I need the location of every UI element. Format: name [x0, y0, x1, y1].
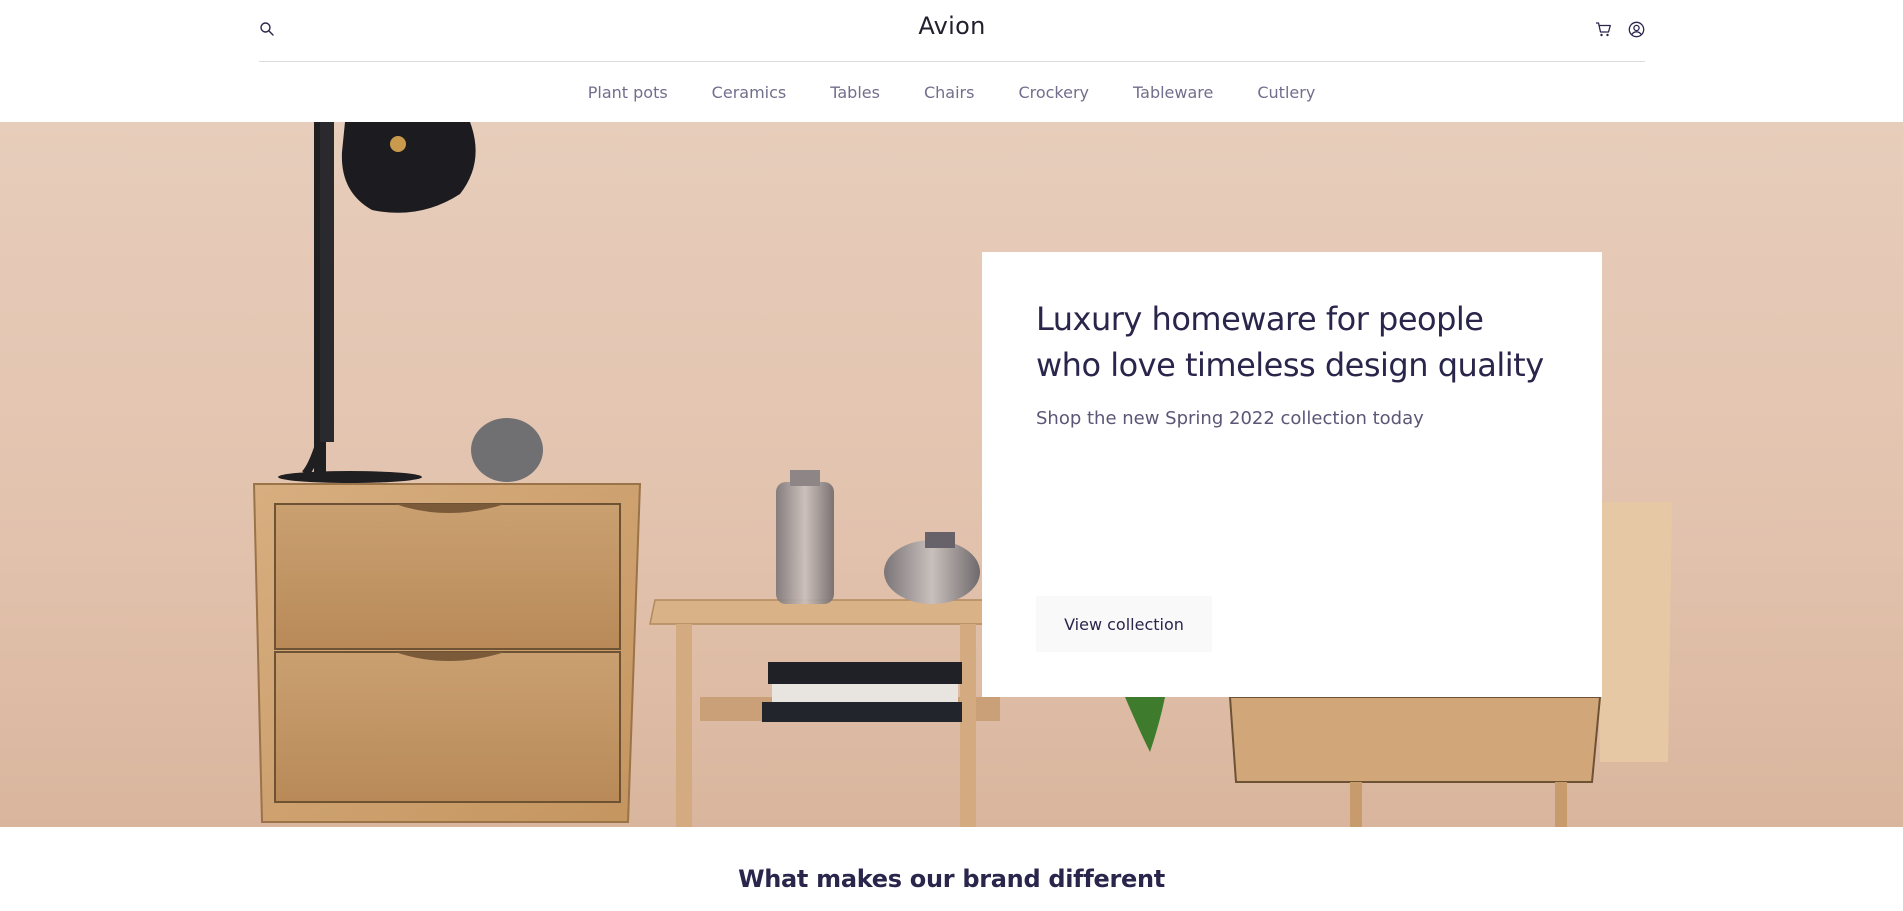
header-actions [1595, 21, 1645, 38]
cart-icon[interactable] [1595, 21, 1612, 38]
hero-title: Luxury homeware for people who love time… [1036, 300, 1544, 384]
nav-item-ceramics[interactable]: Ceramics [712, 83, 787, 102]
hero-section: Luxury homeware for people who love time… [0, 122, 1903, 827]
top-bar: Avion [259, 0, 1645, 62]
view-collection-button[interactable]: View collection [1036, 596, 1212, 652]
hero-subtitle: Shop the new Spring 2022 collection toda… [1036, 408, 1424, 429]
hero-card: Luxury homeware for people who love time… [982, 252, 1602, 697]
nav-item-cutlery[interactable]: Cutlery [1257, 83, 1315, 102]
category-nav: Plant pots Ceramics Tables Chairs Crocke… [0, 62, 1903, 122]
user-icon[interactable] [1628, 21, 1645, 38]
nav-item-tableware[interactable]: Tableware [1133, 83, 1213, 102]
nav-item-tables[interactable]: Tables [830, 83, 880, 102]
hero-image [252, 122, 1672, 827]
features-title: What makes our brand different [738, 865, 1165, 893]
brand-logo[interactable]: Avion [259, 12, 1645, 40]
nav-item-crockery[interactable]: Crockery [1018, 83, 1089, 102]
nav-item-plant-pots[interactable]: Plant pots [588, 83, 668, 102]
nav-item-chairs[interactable]: Chairs [924, 83, 974, 102]
